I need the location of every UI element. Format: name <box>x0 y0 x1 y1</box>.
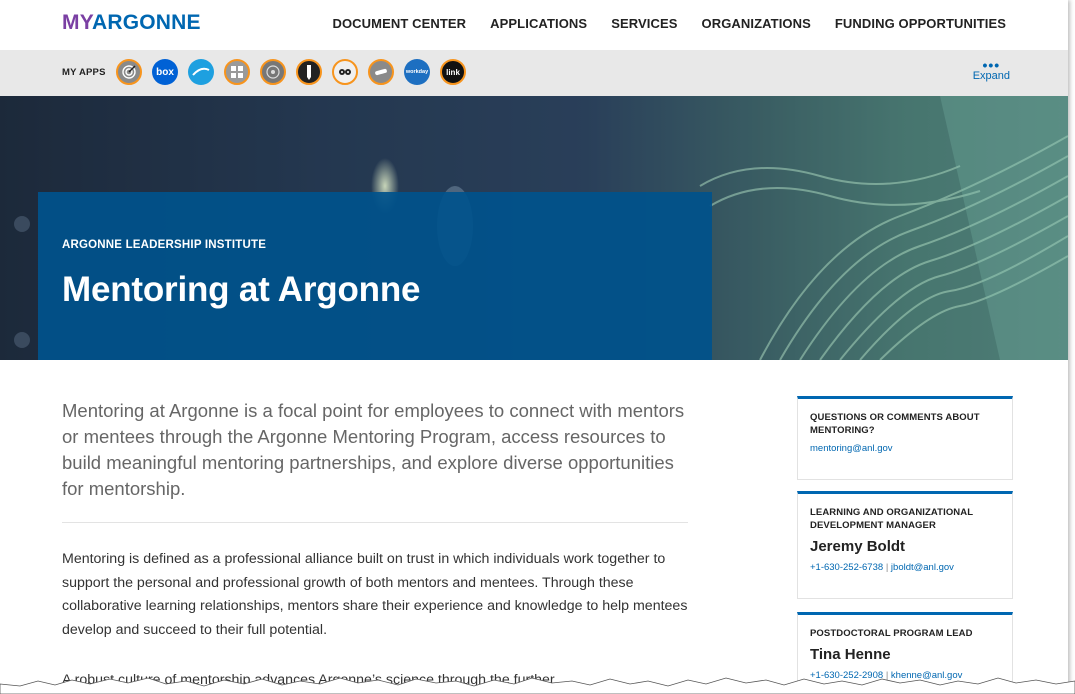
box-app-text: box <box>156 66 174 78</box>
workday-app-text: workday <box>405 69 429 75</box>
nav-funding-opportunities[interactable]: FUNDING OPPORTUNITIES <box>835 16 1006 31</box>
myargonne-logo[interactable]: MYARGONNE <box>62 10 201 36</box>
card-links: +1-630-252-6738 | jboldt@anl.gov <box>810 562 1000 574</box>
email-link[interactable]: jboldt@anl.gov <box>891 562 954 573</box>
contact-card-questions: QUESTIONS OR COMMENTS ABOUT MENTORING? m… <box>797 396 1013 480</box>
card-links: mentoring@anl.gov <box>810 443 1000 455</box>
contact-name: Tina Henne <box>810 646 891 663</box>
card-heading: POSTDOCTORAL PROGRAM LEAD <box>810 628 973 639</box>
panda-app-icon[interactable] <box>332 59 358 85</box>
content-divider <box>62 522 688 523</box>
contact-name: Jeremy Boldt <box>810 538 906 555</box>
top-nav: MYARGONNE DOCUMENT CENTER APPLICATIONS S… <box>0 0 1068 50</box>
body-paragraph-1: Mentoring is defined as a professional a… <box>62 551 688 638</box>
expand-button[interactable]: ••• Expand <box>972 57 1010 82</box>
nav-services[interactable]: SERVICES <box>611 16 677 31</box>
contact-card-jeremy-boldt: LEARNING AND ORGANIZATIONAL DEVELOPMENT … <box>797 491 1013 599</box>
my-apps-label: MY APPS <box>62 67 106 78</box>
box-app-icon[interactable]: box <box>152 59 178 85</box>
phone-link[interactable]: +1-630-252-6738 <box>810 562 883 573</box>
page: MYARGONNE DOCUMENT CENTER APPLICATIONS S… <box>0 0 1068 694</box>
my-apps-bar: MY APPS box workday link ••• Expand <box>0 50 1068 97</box>
nav-applications[interactable]: APPLICATIONS <box>490 16 587 31</box>
pen-app-icon[interactable] <box>296 59 322 85</box>
card-heading: LEARNING AND ORGANIZATIONAL DEVELOPMENT … <box>810 507 973 531</box>
more-dots-icon: ••• <box>982 57 1001 73</box>
hero-title-band: ARGONNE LEADERSHIP INSTITUTE Mentoring a… <box>38 192 712 360</box>
app-icons: box workday link <box>116 59 466 85</box>
hero-eyebrow: ARGONNE LEADERSHIP INSTITUTE <box>62 239 267 251</box>
telescope-app-icon[interactable] <box>368 59 394 85</box>
page-title: Mentoring at Argonne <box>62 270 421 309</box>
nav-document-center[interactable]: DOCUMENT CENTER <box>332 16 466 31</box>
main-nav: DOCUMENT CENTER APPLICATIONS SERVICES OR… <box>332 16 1006 31</box>
cloud-app-icon[interactable] <box>188 59 214 85</box>
email-link[interactable]: mentoring@anl.gov <box>810 443 893 454</box>
workday-app-icon[interactable]: workday <box>404 59 430 85</box>
target-app-icon[interactable] <box>116 59 142 85</box>
lead-paragraph: Mentoring at Argonne is a focal point fo… <box>62 400 685 499</box>
nav-organizations[interactable]: ORGANIZATIONS <box>702 16 811 31</box>
torn-edge <box>0 677 1075 694</box>
logo-argonne: ARGONNE <box>91 11 201 34</box>
link-app-icon[interactable]: link <box>440 59 466 85</box>
link-app-text: link <box>446 67 460 77</box>
logo-my: MY <box>62 11 92 34</box>
calculator-app-icon[interactable] <box>224 59 250 85</box>
link-separator: | <box>885 562 889 573</box>
grid-app-icon[interactable] <box>260 59 286 85</box>
expand-label: Expand <box>972 70 1010 82</box>
hero-banner: ARGONNE LEADERSHIP INSTITUTE Mentoring a… <box>0 96 1068 360</box>
card-heading: QUESTIONS OR COMMENTS ABOUT MENTORING? <box>810 412 980 436</box>
